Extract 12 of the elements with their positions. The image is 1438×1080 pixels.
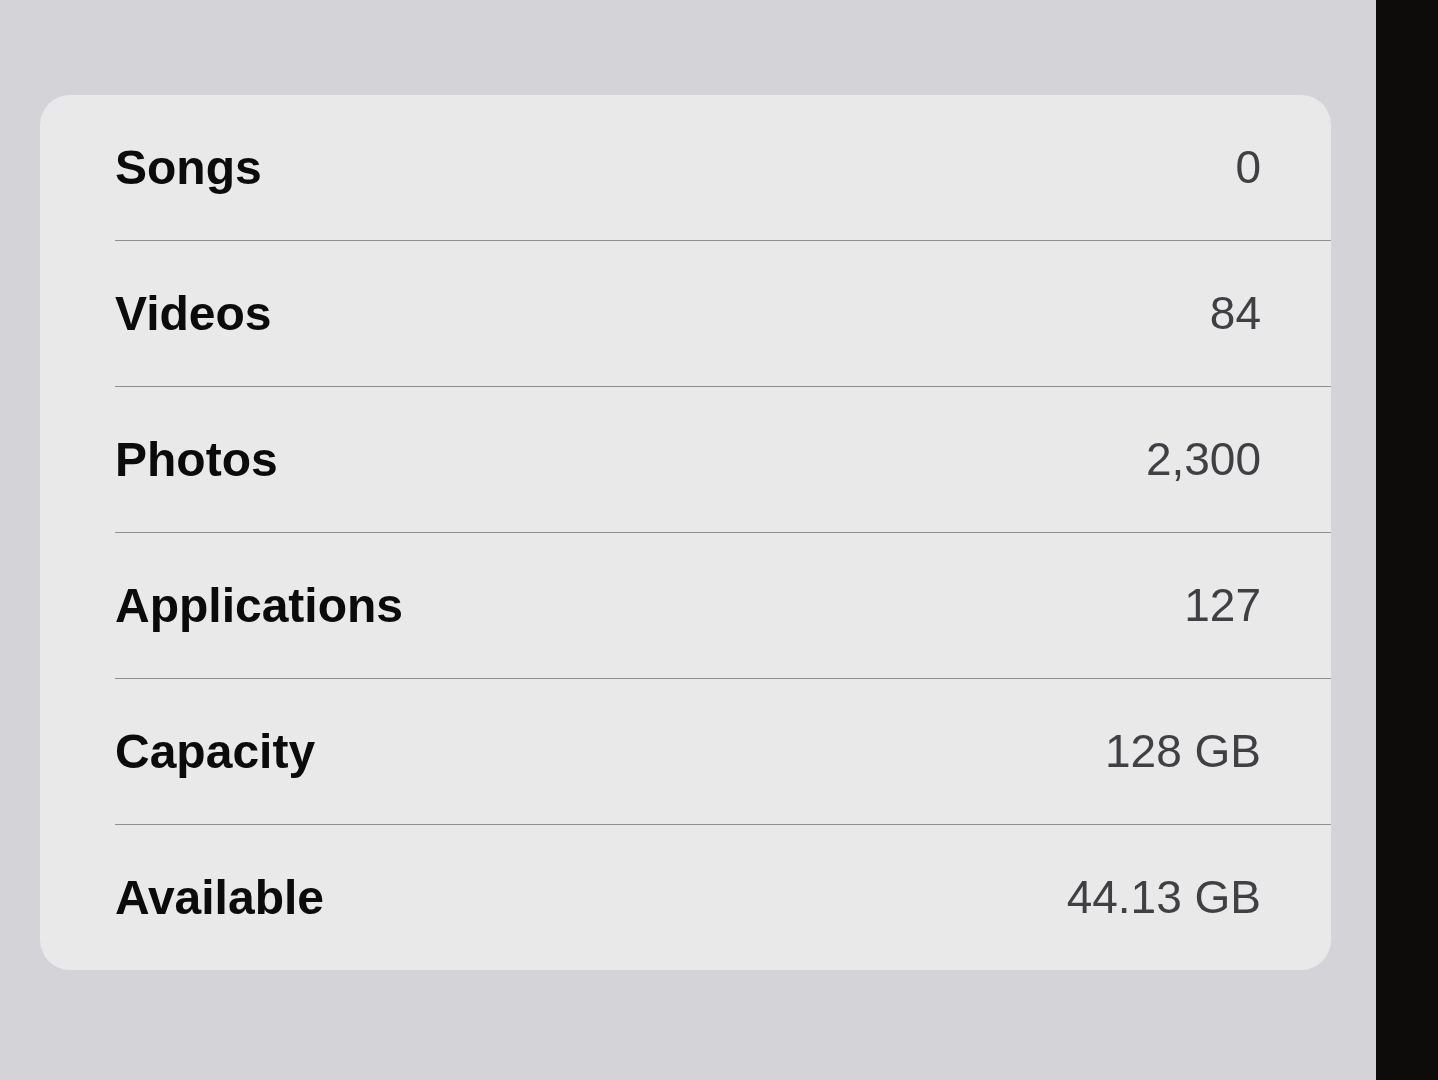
row-value: 44.13 GB	[1066, 870, 1261, 925]
row-label: Applications	[115, 577, 404, 634]
row-value: 128 GB	[1105, 724, 1261, 779]
row-value: 0	[1235, 140, 1261, 195]
row-label: Songs	[115, 139, 262, 196]
row-value: 84	[1209, 286, 1261, 341]
row-value: 2,300	[1145, 432, 1261, 487]
row-label: Videos	[115, 285, 272, 342]
row-label: Capacity	[115, 723, 316, 780]
row-label: Photos	[115, 431, 278, 488]
row-label: Available	[115, 869, 324, 926]
row-value: 127	[1184, 578, 1261, 633]
